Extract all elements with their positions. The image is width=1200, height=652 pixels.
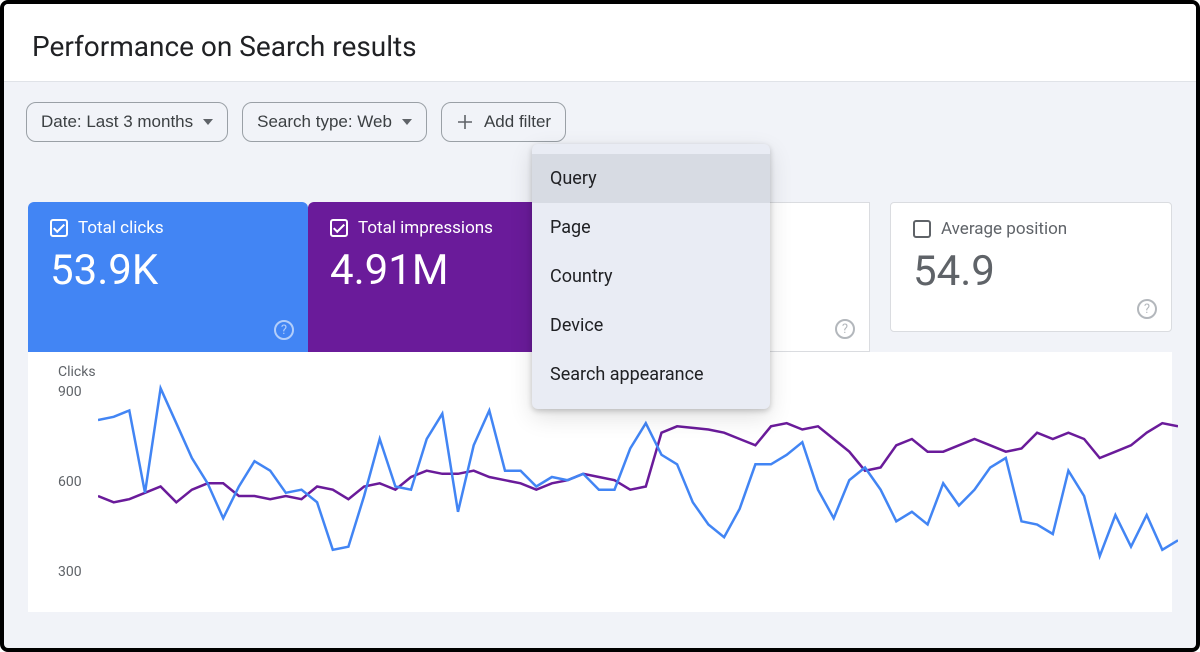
checkbox-icon: [913, 220, 931, 238]
dropdown-item-page[interactable]: Page: [532, 203, 770, 252]
metric-label: Total impressions: [358, 218, 493, 238]
chevron-down-icon: [402, 119, 412, 125]
metric-value: 54.9: [913, 247, 1149, 296]
filter-bar: Date: Last 3 months Search type: Web Add…: [4, 81, 1196, 162]
add-filter-label: Add filter: [484, 112, 551, 132]
search-type-label: Search type: Web: [257, 112, 392, 132]
dropdown-item-search-appearance[interactable]: Search appearance: [532, 350, 770, 399]
help-icon[interactable]: ?: [274, 320, 294, 340]
page-title: Performance on Search results: [4, 4, 1196, 81]
checkbox-icon: [50, 219, 68, 237]
metric-label: Total clicks: [78, 218, 164, 238]
help-icon[interactable]: ?: [835, 319, 855, 339]
dropdown-item-query[interactable]: Query: [532, 154, 770, 203]
chevron-down-icon: [203, 119, 213, 125]
metric-card-position[interactable]: Average position 54.9 ?: [890, 202, 1172, 332]
y-tick-label: 300: [58, 564, 82, 580]
dropdown-item-device[interactable]: Device: [532, 301, 770, 350]
add-filter-button[interactable]: Add filter: [441, 102, 566, 142]
y-tick-label: 600: [58, 474, 82, 490]
metric-card-clicks[interactable]: Total clicks 53.9K ?: [28, 202, 308, 352]
metric-label: Average position: [941, 219, 1067, 239]
add-filter-dropdown: QueryPageCountryDeviceSearch appearance: [532, 144, 770, 409]
date-filter-label: Date: Last 3 months: [41, 112, 193, 132]
plus-icon: [456, 113, 474, 131]
checkbox-icon: [330, 219, 348, 237]
metric-value: 4.91M: [330, 246, 566, 295]
dropdown-item-country[interactable]: Country: [532, 252, 770, 301]
search-type-filter-chip[interactable]: Search type: Web: [242, 102, 427, 142]
date-filter-chip[interactable]: Date: Last 3 months: [26, 102, 228, 142]
chart-axis-title: Clicks: [58, 364, 96, 380]
y-tick-label: 900: [58, 384, 82, 400]
help-icon[interactable]: ?: [1137, 299, 1157, 319]
metric-value: 53.9K: [50, 246, 286, 295]
